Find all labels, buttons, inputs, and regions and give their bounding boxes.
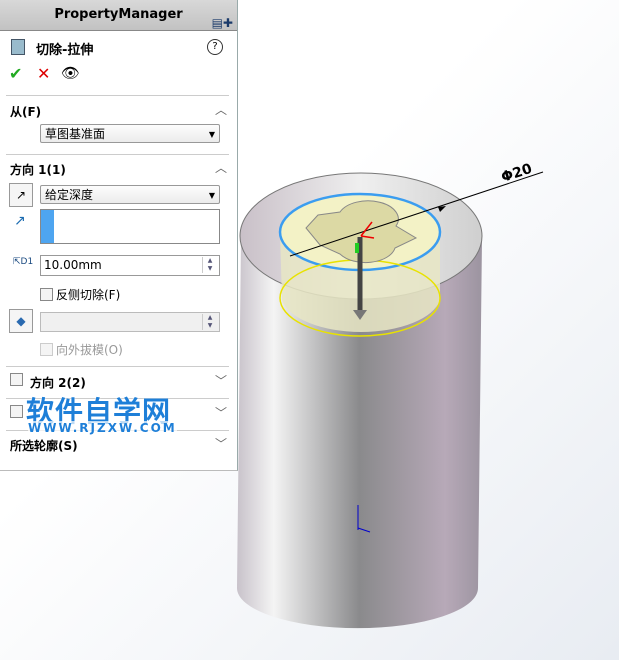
diameter-dimension[interactable]: Φ20	[499, 161, 534, 186]
chevron-down-icon[interactable]: ﹀	[215, 372, 227, 389]
direction2-checkbox[interactable]	[10, 373, 26, 387]
section-direction1-label: 方向 1(1)	[10, 163, 66, 177]
pin-icon[interactable]: ▤✚	[212, 8, 233, 38]
section-from-label: 从(F)	[10, 105, 42, 119]
direction-vector-field[interactable]	[40, 209, 220, 244]
reverse-direction-button[interactable]: ↗	[9, 183, 33, 207]
flip-side-checkbox[interactable]: 反侧切除(F)	[40, 286, 120, 303]
depth-value: 10.00mm	[44, 258, 102, 272]
cancel-x-icon[interactable]: ✕	[37, 64, 50, 83]
chevron-up-icon[interactable]: ︿	[215, 101, 227, 118]
depth-icon: ⇱D1	[13, 257, 34, 267]
section-direction2-label: 方向 2(2)	[30, 376, 86, 390]
end-condition-select[interactable]: 给定深度	[40, 185, 220, 205]
from-select[interactable]: 草图基准面	[40, 124, 220, 144]
depth-spinner[interactable]: ▲ ▼	[202, 257, 217, 273]
draft-spinner[interactable]: ▲ ▼	[202, 314, 217, 330]
ok-check-icon[interactable]: ✔	[9, 64, 22, 83]
watermark-url: WWW.RJZXW.COM	[28, 421, 177, 435]
draft-icon: ◆	[16, 314, 26, 328]
arrow-icon: ↗	[15, 188, 27, 202]
draft-angle-input[interactable]: ▲ ▼	[40, 312, 220, 332]
cylinder-model	[237, 171, 544, 629]
panel-header: PropertyManager ▤✚	[0, 0, 237, 31]
chevron-up-icon[interactable]: ︿	[215, 159, 227, 176]
chevron-down-icon[interactable]: ﹀	[215, 435, 227, 452]
draft-outward-checkbox[interactable]: 向外拔模(O)	[40, 341, 123, 358]
property-manager-panel: PropertyManager ▤✚ 切除-拉伸 ? ✔ ✕ 👁 从(F) ︿ 草…	[0, 0, 238, 471]
draft-toggle-button[interactable]: ◆	[9, 309, 33, 333]
extrude-cut-icon	[11, 39, 25, 55]
chevron-down-icon[interactable]: ﹀	[215, 404, 227, 421]
section-contours-label: 所选轮廓(S)	[10, 439, 78, 453]
preview-eye-icon[interactable]: 👁	[61, 64, 80, 82]
draft-outward-label: 向外拔模(O)	[56, 343, 123, 357]
help-icon[interactable]: ?	[207, 39, 223, 55]
flip-side-label: 反侧切除(F)	[56, 288, 121, 302]
direction-vector-icon: ↗	[14, 213, 26, 229]
panel-title: PropertyManager	[54, 7, 183, 22]
thin-feature-checkbox[interactable]	[10, 405, 26, 419]
depth-input[interactable]: 10.00mm ▲ ▼	[40, 255, 220, 276]
feature-title: 切除-拉伸	[36, 43, 94, 58]
